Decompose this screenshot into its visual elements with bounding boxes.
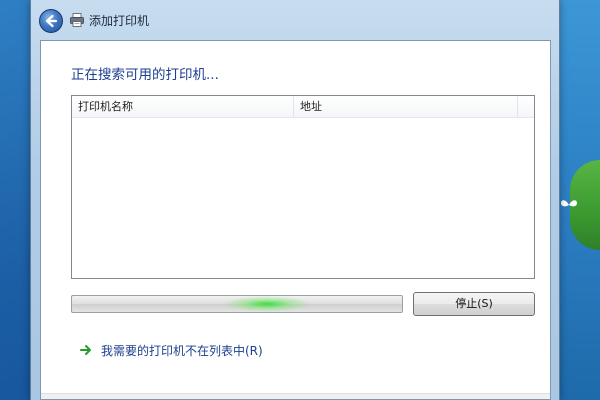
printer-not-listed-link[interactable]: 我需要的打印机不在列表中(R) [79,341,263,359]
title-bar: 添加打印机 [31,0,559,40]
search-progress-bar [71,295,403,313]
progress-marquee-glow [222,296,312,312]
page-heading: 正在搜索可用的打印机... [71,67,219,83]
printer-not-listed-label[interactable]: 我需要的打印机不在列表中(R) [101,342,263,359]
green-arrow-icon [80,345,91,355]
column-header-address[interactable]: 地址 [294,96,518,118]
printer-list[interactable]: 打印机名称 地址 [71,95,535,279]
footer-band [41,393,550,399]
printer-icon [70,13,84,27]
add-printer-window: 添加打印机 正在搜索可用的打印机... 打印机名称 地址 停止(S) 我需要的打… [30,0,560,400]
column-header-printer-name[interactable]: 打印机名称 [72,96,294,118]
wallpaper-butterfly [561,200,577,207]
back-arrow-icon [45,14,58,28]
back-button[interactable] [39,9,63,33]
list-header: 打印机名称 地址 [72,96,534,118]
wizard-content: 正在搜索可用的打印机... 打印机名称 地址 停止(S) 我需要的打印机不在列表… [40,40,551,400]
window-title: 添加打印机 [89,14,150,28]
stop-button[interactable]: 停止(S) [413,292,535,316]
